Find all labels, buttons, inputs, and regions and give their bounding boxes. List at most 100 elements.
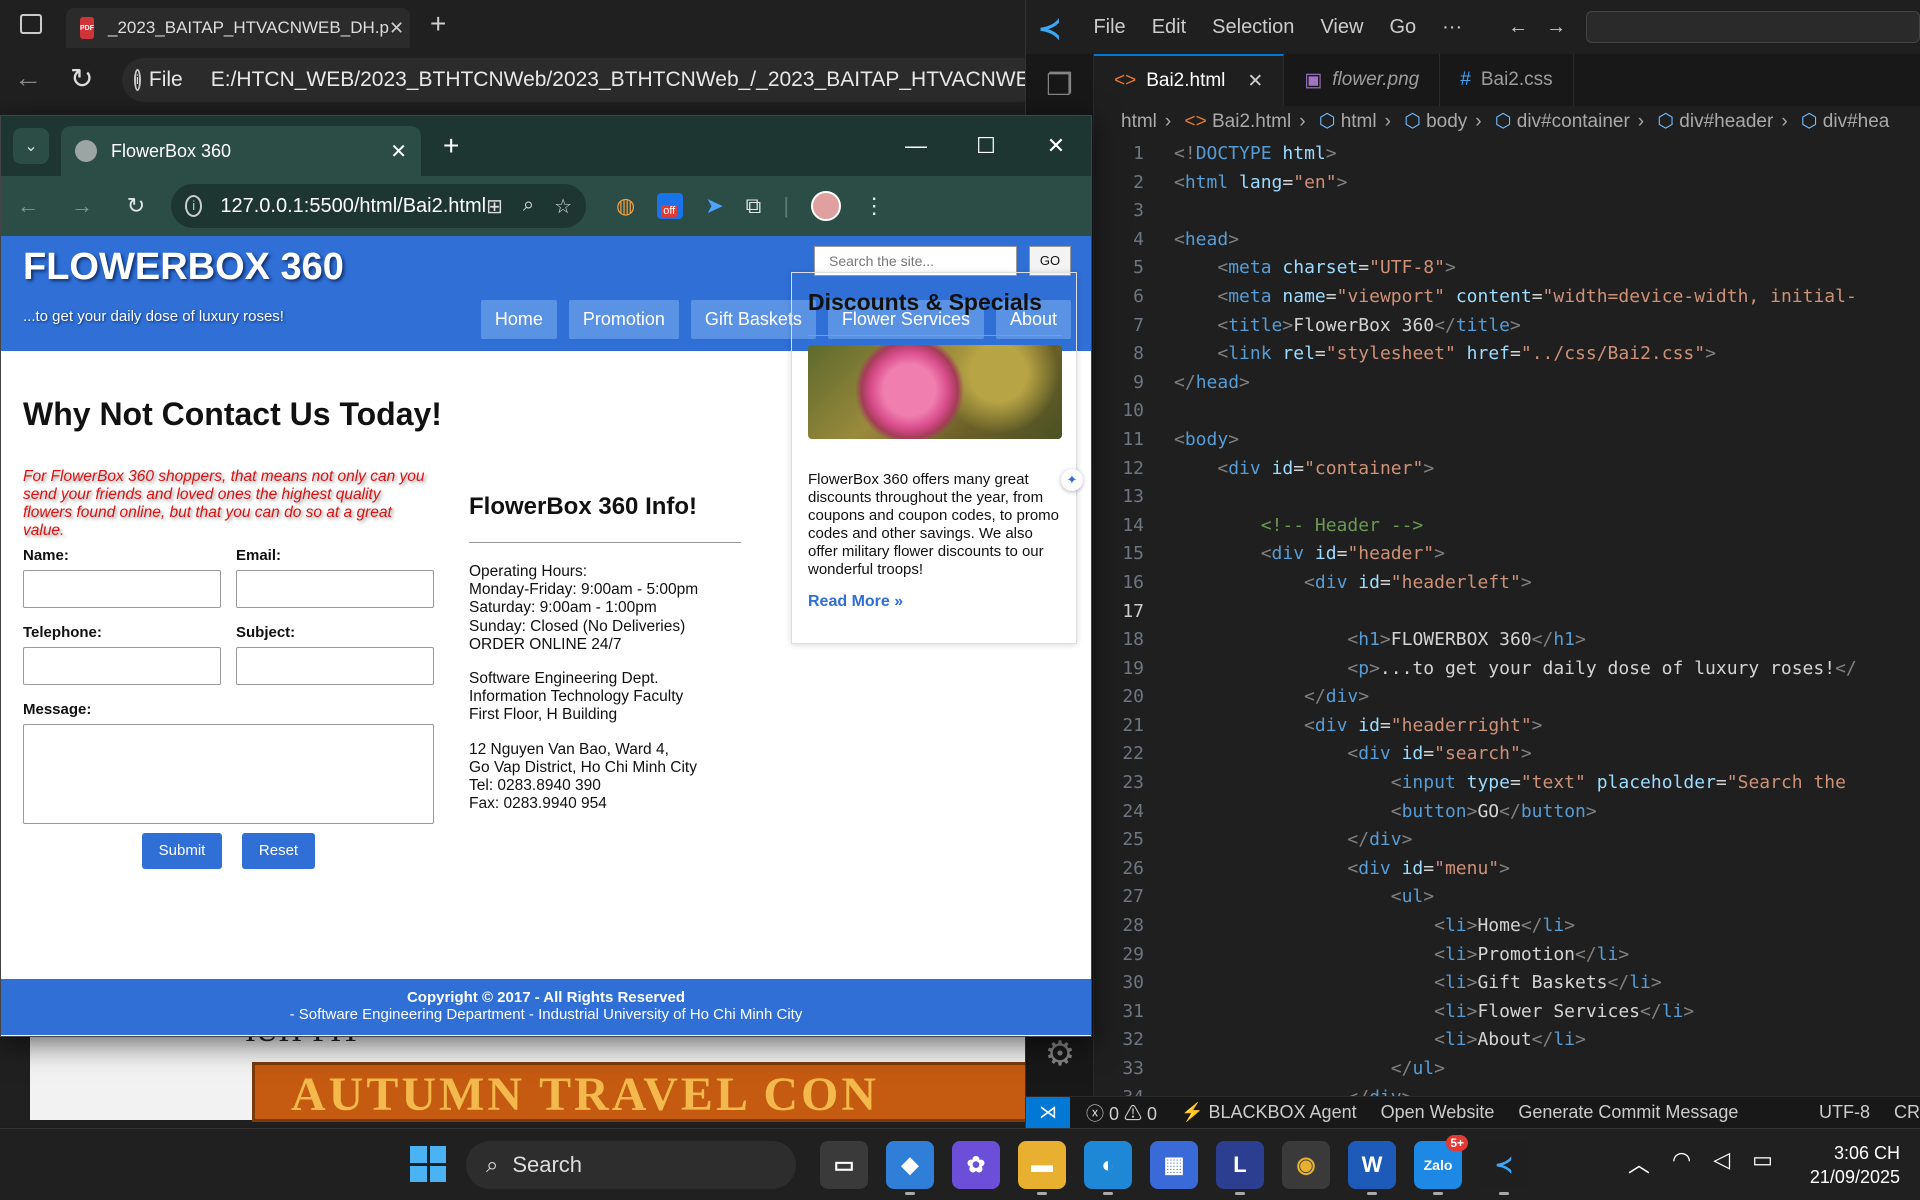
- close-icon[interactable]: ✕: [390, 139, 407, 164]
- menu-selection[interactable]: Selection: [1212, 16, 1294, 39]
- edge-address-bar[interactable]: i File E:/HTCN_WEB/2023_BTHTCNWeb/2023_B…: [122, 58, 1042, 102]
- close-icon[interactable]: ✕: [389, 18, 404, 39]
- subject-field[interactable]: [236, 647, 434, 685]
- chevron-up-icon[interactable]: ︿: [1628, 1147, 1650, 1179]
- word-icon[interactable]: W: [1348, 1141, 1396, 1195]
- code-line[interactable]: 9 </head>: [1094, 369, 1920, 398]
- reload-icon[interactable]: ↻: [109, 193, 163, 219]
- command-center-search[interactable]: [1586, 11, 1920, 43]
- chrome-tab[interactable]: FlowerBox 360 ✕: [61, 126, 421, 176]
- eol[interactable]: CR: [1894, 1102, 1920, 1123]
- code-line[interactable]: 5 <meta charset="UTF-8">: [1094, 254, 1920, 283]
- breadcrumb-item[interactable]: Bai2.html: [1212, 111, 1291, 132]
- system-clock[interactable]: 3:06 CH 21/09/2025: [1800, 1141, 1900, 1189]
- code-line[interactable]: 6 <meta name="viewport" content="width=d…: [1094, 283, 1920, 312]
- chrome-icon[interactable]: ◉: [1282, 1141, 1330, 1189]
- app-l-icon[interactable]: L: [1216, 1141, 1264, 1195]
- open-website[interactable]: Open Website: [1381, 1102, 1495, 1123]
- problems-indicator[interactable]: ⓧ 0 ⚠ 0: [1086, 1100, 1157, 1126]
- refresh-icon[interactable]: ↻: [70, 62, 93, 95]
- back-icon[interactable]: ←: [1, 193, 55, 219]
- code-line[interactable]: 1 <!DOCTYPE html>: [1094, 140, 1920, 169]
- code-line[interactable]: 16 <div id="headerleft">: [1094, 569, 1920, 598]
- taskbar-search[interactable]: ⌕ Search: [466, 1141, 796, 1189]
- breadcrumb-item[interactable]: body: [1426, 111, 1467, 132]
- floating-helper-icon[interactable]: ✦: [1061, 469, 1083, 491]
- edge-tab-pdf[interactable]: PDF _2023_BAITAP_HTVACNWEB_DH.p ✕: [66, 8, 410, 48]
- code-line[interactable]: 28 <li>Home</li>: [1094, 912, 1920, 941]
- copilot-icon[interactable]: ✿: [952, 1141, 1000, 1189]
- new-tab-icon[interactable]: +: [443, 130, 459, 162]
- menu-edit[interactable]: Edit: [1152, 16, 1186, 39]
- battery-icon[interactable]: ▭: [1752, 1147, 1773, 1179]
- blackbox-agent[interactable]: ⚡ BLACKBOX Agent: [1181, 1102, 1357, 1123]
- avatar[interactable]: [811, 191, 842, 221]
- code-line[interactable]: 26 <div id="menu">: [1094, 855, 1920, 884]
- menu-go[interactable]: Go: [1389, 16, 1416, 39]
- code-line[interactable]: 11 <body>: [1094, 426, 1920, 455]
- code-line[interactable]: 18 <h1>FLOWERBOX 360</h1>: [1094, 626, 1920, 655]
- new-tab-icon[interactable]: +: [430, 8, 446, 40]
- translate-icon[interactable]: ⊞: [486, 194, 503, 219]
- tab-search-icon[interactable]: ⌄: [13, 128, 49, 164]
- volume-icon[interactable]: ◁: [1713, 1147, 1730, 1179]
- nav-forward-icon[interactable]: →: [1546, 16, 1566, 39]
- breadcrumb-item[interactable]: div#header: [1679, 111, 1773, 132]
- tab-actions-icon[interactable]: [20, 14, 42, 34]
- submit-button[interactable]: Submit: [142, 833, 222, 869]
- code-line[interactable]: 33 </ul>: [1094, 1055, 1920, 1084]
- code-line[interactable]: 4 <head>: [1094, 226, 1920, 255]
- code-line[interactable]: 34 </div>: [1094, 1084, 1920, 1096]
- menu-more[interactable]: ···: [1442, 16, 1462, 39]
- code-line[interactable]: 19 <p>...to get your daily dose of luxur…: [1094, 655, 1920, 684]
- email-field[interactable]: [236, 570, 434, 608]
- generate-commit-message[interactable]: Generate Commit Message: [1518, 1102, 1738, 1123]
- bookmark-star-icon[interactable]: ☆: [554, 194, 572, 219]
- read-more-link[interactable]: Read More »: [808, 593, 903, 611]
- adblock-extension-icon[interactable]: off: [657, 193, 684, 219]
- address-bar[interactable]: i 127.0.0.1:5500/html/Bai2.html ⊞ ⌕ ☆: [171, 184, 586, 228]
- code-line[interactable]: 24 <button>GO</button>: [1094, 798, 1920, 827]
- code-line[interactable]: 21 <div id="headerright">: [1094, 712, 1920, 741]
- code-line[interactable]: 20 </div>: [1094, 683, 1920, 712]
- site-info-icon[interactable]: i: [185, 195, 203, 217]
- code-line[interactable]: 15 <div id="header">: [1094, 540, 1920, 569]
- explorer-icon[interactable]: ❐: [1026, 68, 1093, 103]
- code-line[interactable]: 25 </div>: [1094, 826, 1920, 855]
- code-line[interactable]: 12 <div id="container">: [1094, 455, 1920, 484]
- close-icon[interactable]: ✕: [1247, 70, 1263, 93]
- code-line[interactable]: 23 <input type="text" placeholder="Searc…: [1094, 769, 1920, 798]
- task-view-icon[interactable]: ▭: [820, 1141, 868, 1189]
- code-line[interactable]: 29 <li>Promotion</li>: [1094, 941, 1920, 970]
- zalo-icon[interactable]: Zalo 5+: [1414, 1135, 1468, 1195]
- remote-icon[interactable]: ⋊: [1026, 1096, 1070, 1129]
- tab-bai2-html[interactable]: <> Bai2.html ✕: [1094, 54, 1285, 106]
- code-line[interactable]: 32 <li>About</li>: [1094, 1026, 1920, 1055]
- close-window-icon[interactable]: ✕: [1021, 133, 1091, 159]
- code-line[interactable]: 31 <li>Flower Services</li>: [1094, 998, 1920, 1027]
- menu-file[interactable]: File: [1093, 16, 1125, 39]
- tab-flower-png[interactable]: ▣ flower.png: [1284, 54, 1441, 106]
- settings-gear-icon[interactable]: ⚙: [1026, 1034, 1094, 1074]
- message-field[interactable]: [23, 724, 434, 824]
- cookie-extension-icon[interactable]: ◍: [616, 193, 635, 219]
- menu-view[interactable]: View: [1320, 16, 1363, 39]
- minimize-icon[interactable]: —: [881, 133, 951, 159]
- app-pre-icon[interactable]: ◆: [886, 1141, 934, 1195]
- code-line[interactable]: 8 <link rel="stylesheet" href="../css/Ba…: [1094, 340, 1920, 369]
- code-line[interactable]: 7 <title>FlowerBox 360</title>: [1094, 312, 1920, 341]
- code-line[interactable]: 14 <!-- Header -->: [1094, 512, 1920, 541]
- menu-promotion[interactable]: Promotion: [568, 300, 679, 339]
- telephone-field[interactable]: [23, 647, 221, 685]
- code-line[interactable]: 3: [1094, 197, 1920, 226]
- code-editor[interactable]: 1 <!DOCTYPE html> 2 <html lang="en"> 3 4 <head…: [1094, 140, 1920, 1096]
- code-line[interactable]: 30 <li>Gift Baskets</li>: [1094, 969, 1920, 998]
- store-icon[interactable]: ▦: [1150, 1141, 1198, 1189]
- tab-bai2-css[interactable]: # Bai2.css: [1440, 54, 1574, 106]
- code-line[interactable]: 10: [1094, 397, 1920, 426]
- breadcrumb-item[interactable]: div#container: [1517, 111, 1630, 132]
- code-line[interactable]: 17: [1094, 598, 1920, 627]
- breadcrumb-item[interactable]: html: [1341, 111, 1377, 132]
- forward-icon[interactable]: →: [55, 193, 109, 219]
- extensions-puzzle-icon[interactable]: ⧉: [746, 193, 762, 219]
